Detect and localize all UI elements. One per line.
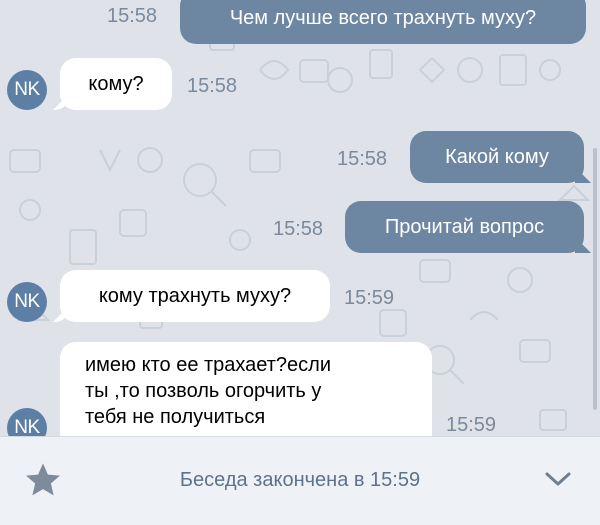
message-time: 15:58 xyxy=(187,75,238,97)
message-bubble[interactable]: Какой кому xyxy=(410,131,584,183)
message-bubble[interactable]: кому трахнуть муху? xyxy=(60,270,330,322)
message-time: 15:58 xyxy=(337,148,388,170)
message-bubble[interactable]: имею кто ее трахает?если ты ,то позволь … xyxy=(60,342,432,436)
scrollbar[interactable] xyxy=(593,148,597,410)
footer-bar: Беседа закончена в 15:59 xyxy=(0,436,600,525)
message-bubble[interactable]: Чем лучше всего трахнуть муху? xyxy=(180,0,586,44)
message-time: 15:59 xyxy=(344,287,395,309)
message-time: 15:58 xyxy=(273,218,324,240)
message-text-line: ты ,то позволь огорчить у xyxy=(85,380,322,402)
message-text-line: имею кто ее трахает?если xyxy=(85,354,332,376)
conversation-ended-status: Беседа закончена в 15:59 xyxy=(179,469,421,491)
avatar[interactable]: NK xyxy=(7,282,47,322)
message-bubble[interactable]: Прочитай вопрос xyxy=(345,201,584,253)
avatar[interactable]: NK xyxy=(7,70,47,110)
chevron-down-icon[interactable] xyxy=(543,467,573,491)
message-bubble[interactable]: кому? xyxy=(60,58,172,110)
message-time: 15:59 xyxy=(446,414,497,436)
message-text-line: тебя не получиться xyxy=(85,406,266,428)
message-time: 15:58 xyxy=(107,5,158,27)
chat-area[interactable]: 15:58 Чем лучше всего трахнуть муху? NK … xyxy=(0,0,600,436)
